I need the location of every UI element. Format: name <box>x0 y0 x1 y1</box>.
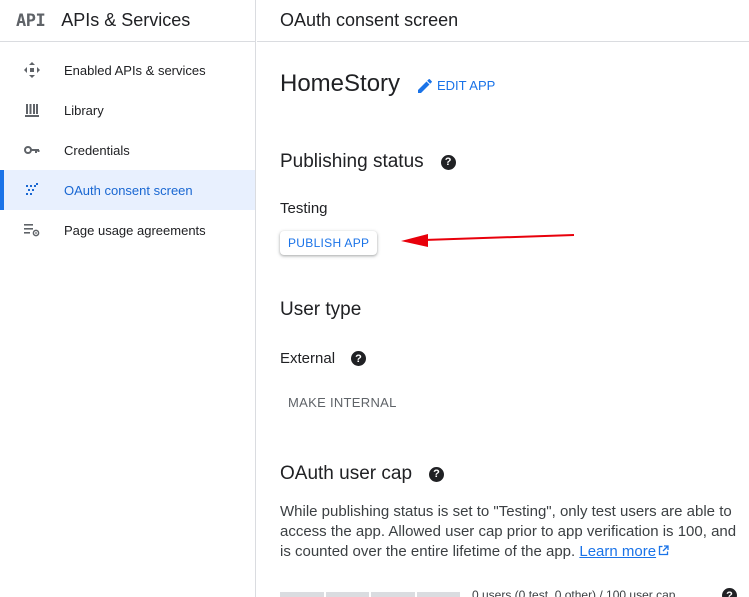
annotation-arrow-icon <box>401 234 575 247</box>
